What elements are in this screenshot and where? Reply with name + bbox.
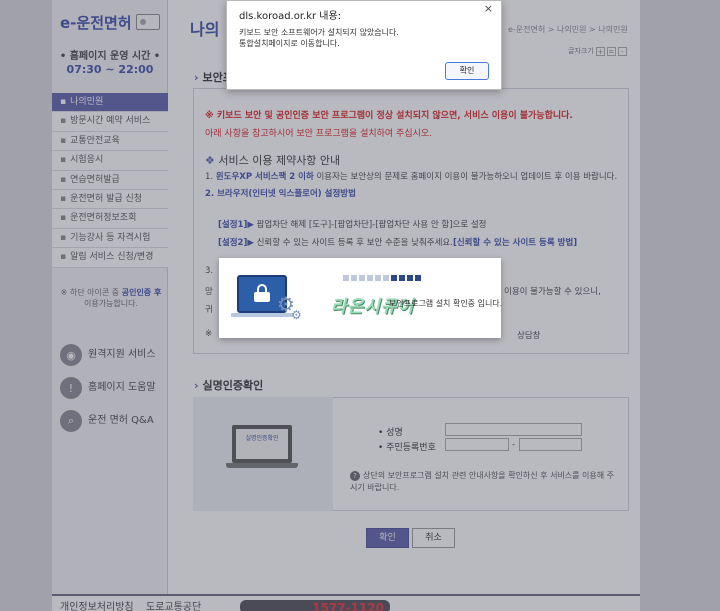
- alert-title: dls.koroad.or.kr 내용:: [239, 11, 342, 22]
- progress-square: [415, 275, 421, 281]
- close-icon[interactable]: ×: [484, 2, 493, 15]
- progress-square: [407, 275, 413, 281]
- gear-small-icon: ⚙: [291, 308, 302, 322]
- progress-indicator: [343, 275, 421, 281]
- progress-square: [367, 275, 373, 281]
- lock-icon: [254, 284, 270, 302]
- progress-square: [399, 275, 405, 281]
- progress-square: [391, 275, 397, 281]
- progress-square: [375, 275, 381, 281]
- alert-dialog: dls.koroad.or.kr 내용: × 키보드 보안 소프트웨어가 설치되…: [226, 0, 502, 90]
- progress-square: [343, 275, 349, 281]
- alert-ok-button[interactable]: 확인: [445, 62, 489, 80]
- progress-square: [383, 275, 389, 281]
- alert-message: 키보드 보안 소프트웨어가 설치되지 않았습니다. 통합설치페이지로 이동합니다…: [239, 28, 399, 48]
- progress-square: [351, 275, 357, 281]
- install-progress-popup: ⚙ ⚙ 라온시큐어 보안프로그램 설치 확인중 입니다.: [219, 258, 503, 338]
- install-message: 보안프로그램 설치 확인중 입니다.: [389, 299, 503, 308]
- progress-square: [359, 275, 365, 281]
